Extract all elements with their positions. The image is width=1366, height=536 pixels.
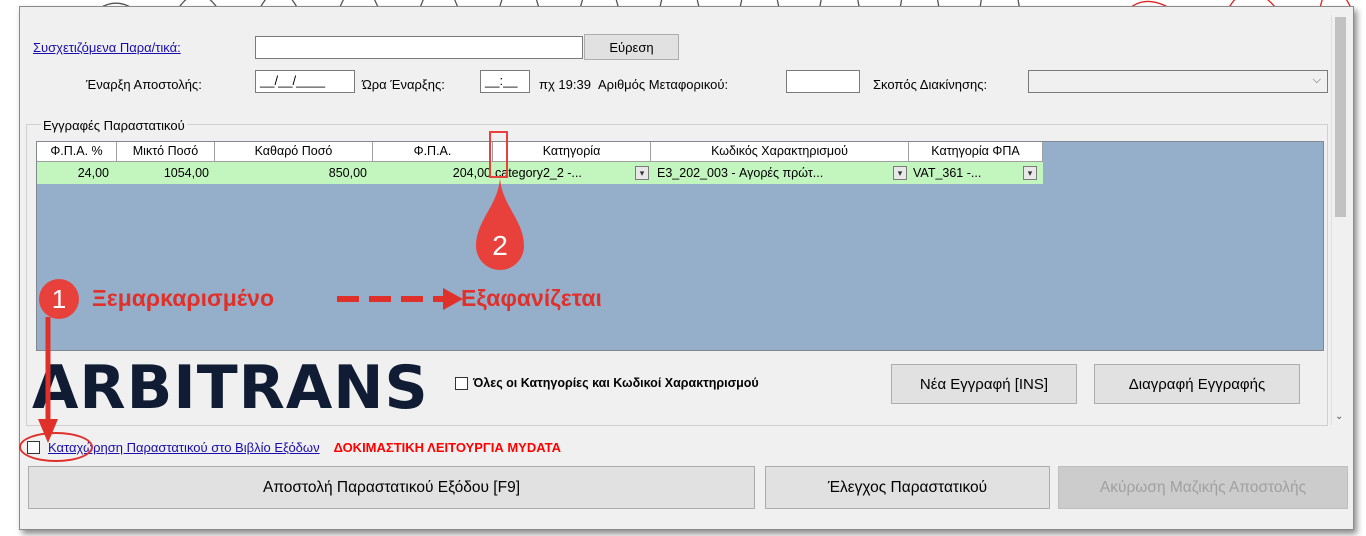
annotation-down-arrow bbox=[38, 317, 58, 443]
vehicle-number-label: Αριθμός Μεταφορικού: bbox=[598, 77, 729, 92]
related-docs-link[interactable]: Συσχετιζόμενα Παρα/τικά: bbox=[33, 40, 181, 55]
cell-vat-category[interactable]: VAT_361 -... bbox=[911, 162, 1021, 184]
cancel-bulk-send-button: Ακύρωση Μαζικής Αποστολής bbox=[1058, 466, 1348, 509]
vertical-scrollbar[interactable]: ⌄ bbox=[1331, 15, 1349, 425]
scrollbar-thumb[interactable] bbox=[1335, 17, 1346, 217]
all-categories-checkbox-wrap[interactable]: Όλες οι Κατηγορίες και Κωδικοί Χαρακτηρι… bbox=[455, 376, 759, 390]
movement-purpose-label: Σκοπός Διακίνησης: bbox=[873, 77, 988, 92]
check-document-button[interactable]: Έλεγχος Παραστατικού bbox=[765, 466, 1050, 509]
cell-code[interactable]: E3_202_003 - Αγορές πρώτ... bbox=[653, 162, 891, 184]
column-header-vat-category[interactable]: Κατηγορία ΦΠΑ bbox=[909, 142, 1043, 162]
new-entry-button[interactable]: Νέα Εγγραφή [INS] bbox=[891, 364, 1077, 404]
column-header-vat[interactable]: Φ.Π.Α. bbox=[373, 142, 493, 162]
column-header-code[interactable]: Κωδικός Χαρακτηρισμού bbox=[651, 142, 909, 162]
start-time-label: Ώρα Έναρξης: bbox=[362, 77, 445, 92]
send-document-button[interactable]: Αποστολή Παραστατικού Εξόδου [F9] bbox=[28, 466, 755, 509]
vat-category-dropdown-icon[interactable]: ▾ bbox=[1023, 166, 1037, 180]
register-row: Καταχώρηση Παραστατικού στο Βιβλίο Εξόδω… bbox=[27, 440, 561, 455]
all-categories-label: Όλες οι Κατηγορίες και Κωδικοί Χαρακτηρι… bbox=[473, 376, 759, 390]
entries-groupbox-title: Εγγραφές Παραστατικού bbox=[41, 118, 187, 133]
delete-entry-button[interactable]: Διαγραφή Εγγραφής bbox=[1094, 364, 1300, 404]
shipment-start-input[interactable]: __/__/____ bbox=[255, 70, 355, 93]
vehicle-number-input[interactable] bbox=[786, 70, 860, 93]
entries-grid[interactable]: Φ.Π.Α. % Μικτό Ποσό Καθαρό Ποσό Φ.Π.Α. Κ… bbox=[36, 141, 1324, 351]
annotation-marker-1: 1 bbox=[39, 279, 79, 319]
category-dropdown-icon[interactable]: ▾ bbox=[635, 166, 649, 180]
start-time-input[interactable]: __:__ bbox=[480, 70, 530, 93]
annotation-marker-2: 2 bbox=[492, 230, 508, 261]
shipment-start-label: Έναρξη Αποστολής: bbox=[86, 77, 202, 92]
column-header-category[interactable]: Κατηγορία bbox=[493, 142, 651, 162]
annotation-highlight-box bbox=[489, 131, 508, 178]
code-dropdown-icon[interactable]: ▾ bbox=[893, 166, 907, 180]
find-button[interactable]: Εύρεση bbox=[584, 34, 679, 60]
column-header-gross[interactable]: Μικτό Ποσό bbox=[117, 142, 215, 162]
cell-net[interactable]: 850,00 bbox=[215, 162, 373, 184]
test-mode-label: ΔΟΚΙΜΑΣΤΙΚΗ ΛΕΙΤΟΥΡΓΙΑ MYDATA bbox=[333, 440, 562, 455]
cell-gross[interactable]: 1054,00 bbox=[117, 162, 215, 184]
annotation-unchecked-label: Ξεμαρκαρισμένο bbox=[92, 285, 275, 311]
annotation-dashed-arrow bbox=[337, 288, 463, 310]
time-hint: πχ 19:39 bbox=[539, 77, 591, 92]
arbitrans-logo: ARBITRANS bbox=[32, 353, 429, 423]
column-header-net[interactable]: Καθαρό Ποσό bbox=[215, 142, 373, 162]
column-header-vat-pct[interactable]: Φ.Π.Α. % bbox=[37, 142, 117, 162]
chevron-down-icon: ⌵ bbox=[1312, 74, 1321, 86]
table-row[interactable]: 24,00 1054,00 850,00 204,00 category2_2 … bbox=[37, 162, 1043, 184]
all-categories-checkbox[interactable] bbox=[455, 376, 468, 390]
annotation-circle bbox=[19, 432, 93, 462]
cell-vat-pct[interactable]: 24,00 bbox=[37, 162, 117, 184]
scroll-down-icon[interactable]: ⌄ bbox=[1335, 411, 1343, 422]
annotation-disappears-label: Εξαφανίζεται bbox=[461, 285, 602, 311]
related-docs-input[interactable] bbox=[255, 36, 583, 59]
document-window: Συσχετιζόμενα Παρα/τικά: Εύρεση Έναρξη Α… bbox=[19, 6, 1354, 530]
movement-purpose-select[interactable]: ⌵ bbox=[1028, 70, 1328, 93]
